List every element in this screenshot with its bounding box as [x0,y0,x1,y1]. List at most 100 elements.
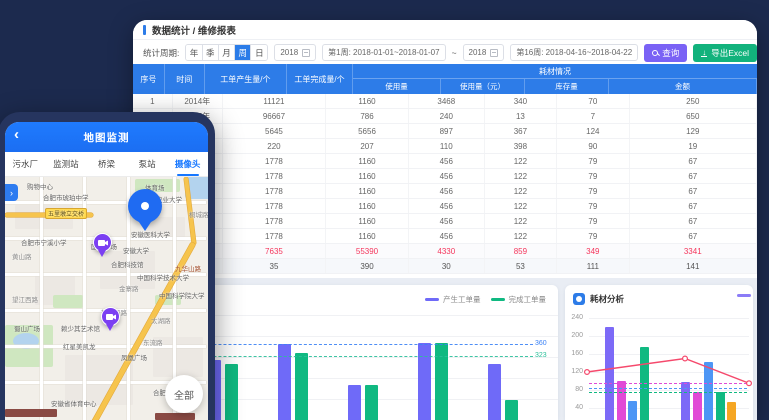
phone-tab-5[interactable]: 摄像头 [167,152,208,176]
group-column-header: 耗材情况使用量使用量（元）库存量金额 [353,64,757,94]
legend-label: 完成工单量 [509,294,547,305]
table-cell: 11121 [223,94,326,108]
search-button-label: 查询 [662,47,679,59]
map-label: 合肥市琥珀中学 [43,192,89,202]
period-option-月[interactable]: 月 [219,45,235,60]
map-label: 购物中心 [27,181,53,191]
camera-icon [106,313,116,321]
table-cell: 1160 [326,94,409,108]
search-button[interactable]: 查询 [644,44,687,62]
phone-tab-1[interactable]: 污水厂 [5,152,46,176]
breadcrumb-bar: 数据统计 / 维修报表 [133,20,757,40]
map-label: 蜀山广场 [14,323,40,333]
table-cell: 79 [557,214,629,228]
period-segmented-control[interactable]: 年季月周日 [185,44,268,61]
table-cell: 7635 [223,244,326,258]
legend-swatch [425,298,439,301]
workorder-chart-legend: 产生工单量 完成工单量 [425,294,546,305]
table-cell: 124 [557,124,629,138]
column-header: 工单完成量/个 [287,64,353,94]
table-cell: 456 [409,229,485,243]
reference-line [589,392,747,393]
phone-tab-2[interactable]: 监测站 [46,152,87,176]
table-cell: 67 [630,184,757,198]
table-cell: 67 [630,199,757,213]
period-option-周[interactable]: 周 [235,45,251,60]
table-cell: 207 [326,139,409,153]
table-cell: 111 [557,259,629,273]
year-to-select[interactable]: 2018 [463,44,505,61]
table-cell: 456 [409,154,485,168]
period-option-年[interactable]: 年 [186,45,202,60]
table-cell: 7 [557,109,629,123]
y-axis-tick: 40 [567,404,583,411]
table-cell: 1160 [326,199,409,213]
range-separator: ~ [452,48,457,58]
export-excel-button[interactable]: ↓ 导出Excel [693,44,757,62]
consumable-chart-card: 耗材分析 2402001601208040 [565,285,753,420]
table-cell: 367 [485,124,557,138]
map-label: 安徽大学 [123,245,149,255]
sub-header-row: 使用量使用量（元）库存量金额 [353,79,757,94]
map-label: 望江西路 [12,294,38,304]
table-cell: 1778 [223,214,326,228]
camera-pin[interactable] [93,233,112,258]
column-header: 序号 [133,64,165,94]
week-from-input[interactable]: 第1周: 2018-01-01~2018-01-07 [322,44,445,61]
map-label: 安徽省体育中心 [51,398,97,408]
avg-row: 平均值353903053111141 [133,259,757,274]
bar [225,364,238,420]
table-cell: 859 [485,244,557,258]
phone-tab-4[interactable]: 泵站 [127,152,168,176]
period-label: 统计周期: [143,47,179,59]
week-to-input[interactable]: 第16周: 2018-04-16~2018-04-22 [510,44,638,61]
table-cell: 67 [630,154,757,168]
table-cell: 1160 [326,214,409,228]
back-chevron-icon[interactable]: ‹ [14,126,19,143]
year-to-value: 2018 [469,48,487,57]
camera-icon [98,239,108,247]
table-cell: 3341 [630,244,757,258]
map-label: 黄山路 [12,251,32,261]
map-canvas[interactable]: › 全部 购物中心合肥市琥珀中学体育场安徽农业大学五里墩立交桥桐城路安徽医科大学… [5,177,208,420]
phone-tab-3[interactable]: 桥梁 [86,152,127,176]
table-cell: 349 [557,244,629,258]
table-cell: 650 [630,109,757,123]
table-cell: 129 [630,124,757,138]
bar [435,343,448,420]
legend-label: 产生工单量 [443,294,481,305]
map-label: 东流路 [143,337,163,347]
year-from-select[interactable]: 2018 [274,44,316,61]
map-park [53,295,83,308]
table-cell: 786 [326,109,409,123]
sub-column-header: 使用量 [353,79,441,94]
bar [716,392,725,420]
breadcrumb-tick [143,25,146,35]
table-row: 22015年96667786240137650 [133,109,757,124]
legend-swatch [491,298,505,301]
map-expand-button[interactable]: › [5,184,18,201]
selected-location-pin[interactable] [128,189,162,233]
column-header: 工单产生量/个 [205,64,287,94]
table-cell: 79 [557,199,629,213]
camera-pin[interactable] [101,307,120,332]
show-all-button[interactable]: 全部 [165,375,203,413]
table-cell: 390 [326,259,409,273]
table-cell: 5656 [326,124,409,138]
table-cell: 122 [485,154,557,168]
map-label-plate [5,409,57,417]
table-cell: 30 [409,259,485,273]
map-label: 五里墩立交桥 [45,208,87,219]
table-cell: 122 [485,199,557,213]
filter-toolbar: 统计周期: 年季月周日 2018 第1周: 2018-01-01~2018-01… [133,41,757,64]
table-cell: 456 [409,214,485,228]
period-option-日[interactable]: 日 [251,45,267,60]
bar [628,401,637,420]
table-cell: 340 [485,94,557,108]
average-line-label: 323 [535,352,547,359]
map-label: 太湖路 [151,315,171,325]
bar [605,327,614,420]
table-row: 12014年111211160346834070250 [133,94,757,109]
phone-tab-bar: 污水厂监测站桥梁泵站摄像头 [5,152,208,177]
period-option-季[interactable]: 季 [203,45,219,60]
